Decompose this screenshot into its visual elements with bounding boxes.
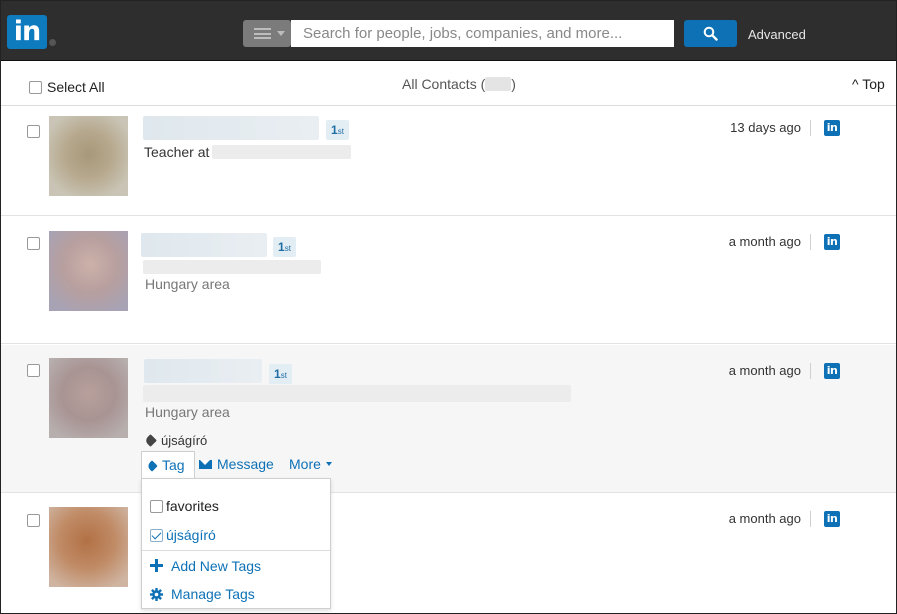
manage-tags-button[interactable]: Manage Tags <box>150 586 255 602</box>
last-contact-time: 13 days ago <box>730 120 801 135</box>
gear-icon <box>150 588 163 601</box>
add-new-tags-label: Add New Tags <box>171 558 262 574</box>
avatar[interactable] <box>49 358 128 438</box>
contact-count-blurred <box>485 77 512 91</box>
more-button[interactable]: More <box>289 451 332 479</box>
menu-divider <box>142 550 330 551</box>
connection-degree-badge: 1st <box>326 120 349 140</box>
contact-checkbox[interactable] <box>27 237 40 250</box>
chevron-down-icon <box>277 31 285 36</box>
select-all-checkbox[interactable] <box>29 81 42 94</box>
search-input[interactable] <box>291 20 674 47</box>
tag-icon <box>146 460 158 472</box>
linkedin-icon[interactable]: in <box>824 120 840 136</box>
tag-option-label: újságíró <box>166 527 216 543</box>
logo-dot-icon <box>49 39 56 46</box>
contact-location: Hungary area <box>145 404 230 420</box>
search-category-menu-button[interactable] <box>243 20 291 47</box>
tag-button[interactable]: Tag <box>141 451 195 479</box>
divider <box>810 511 811 527</box>
menu-icon <box>254 28 271 39</box>
contact-name-blurred[interactable] <box>144 359 262 383</box>
plus-icon <box>150 559 163 572</box>
last-contact-time: a month ago <box>728 363 801 378</box>
all-contacts-label-end: ) <box>511 76 516 92</box>
top-navigation-bar: in Advanced <box>1 1 896 61</box>
contact-tag-label: újságíró <box>161 433 208 448</box>
divider <box>810 234 811 250</box>
tag-option-ujsagiro[interactable]: újságíró <box>150 527 216 543</box>
manage-tags-label: Manage Tags <box>171 586 255 602</box>
tag-icon <box>144 434 157 447</box>
checkbox-checked-icon[interactable] <box>150 529 163 542</box>
contact-name-blurred[interactable] <box>141 233 267 257</box>
tag-option-label: favorites <box>166 498 219 514</box>
linkedin-logo[interactable]: in <box>7 15 47 49</box>
message-button[interactable]: Message <box>199 451 274 479</box>
avatar[interactable] <box>49 507 128 587</box>
divider <box>810 120 811 136</box>
envelope-icon <box>199 460 212 469</box>
avatar[interactable] <box>49 116 128 196</box>
all-contacts-filter[interactable]: All Contacts () <box>402 76 516 92</box>
advanced-search-link[interactable]: Advanced <box>748 27 806 42</box>
contact-headline-blurred <box>143 385 571 402</box>
contact-checkbox[interactable] <box>27 364 40 377</box>
company-name-blurred <box>212 145 351 159</box>
linkedin-icon[interactable]: in <box>824 511 840 527</box>
linkedin-contacts-page: in Advanced Select All All Contacts () ^… <box>0 0 897 614</box>
linkedin-icon[interactable]: in <box>824 363 840 379</box>
search-button[interactable] <box>684 20 737 47</box>
avatar[interactable] <box>49 231 128 311</box>
divider <box>810 363 811 379</box>
chevron-down-icon <box>325 462 332 466</box>
contact-headline-blurred <box>143 260 321 274</box>
contacts-header-row: Select All All Contacts () ^ Top <box>1 62 896 106</box>
linkedin-icon[interactable]: in <box>824 234 840 250</box>
contact-checkbox[interactable] <box>27 125 40 138</box>
contact-row[interactable]: a month ago in <box>1 494 896 613</box>
select-all-label[interactable]: Select All <box>47 79 105 95</box>
contact-location: Hungary area <box>145 276 230 292</box>
contact-checkbox[interactable] <box>27 514 40 527</box>
contact-headline: Teacher at <box>144 144 210 160</box>
contact-row[interactable]: 1st Hungary area a month ago in <box>1 217 896 344</box>
all-contacts-label: All Contacts ( <box>402 76 486 92</box>
contact-row[interactable]: 1st Teacher at 13 days ago in <box>1 107 896 216</box>
contact-name-blurred[interactable] <box>143 116 319 140</box>
tag-button-label: Tag <box>162 457 185 473</box>
more-button-label: More <box>289 456 321 472</box>
contact-row[interactable]: 1st Hungary area a month ago in <box>1 345 896 493</box>
tag-option-favorites[interactable]: favorites <box>150 498 219 514</box>
last-contact-time: a month ago <box>728 234 801 249</box>
message-button-label: Message <box>217 456 274 472</box>
add-new-tags-button[interactable]: Add New Tags <box>150 558 261 574</box>
top-link[interactable]: ^ Top <box>852 76 885 92</box>
connection-degree-badge: 1st <box>269 364 292 384</box>
connection-degree-badge: 1st <box>273 237 296 257</box>
contact-tag[interactable]: újságíró <box>144 433 208 448</box>
last-contact-time: a month ago <box>728 511 801 526</box>
search-icon <box>703 26 718 41</box>
tag-dropdown-menu: favorites újságíró Add New Tags Manage T… <box>141 478 331 609</box>
checkbox-icon[interactable] <box>150 500 163 513</box>
